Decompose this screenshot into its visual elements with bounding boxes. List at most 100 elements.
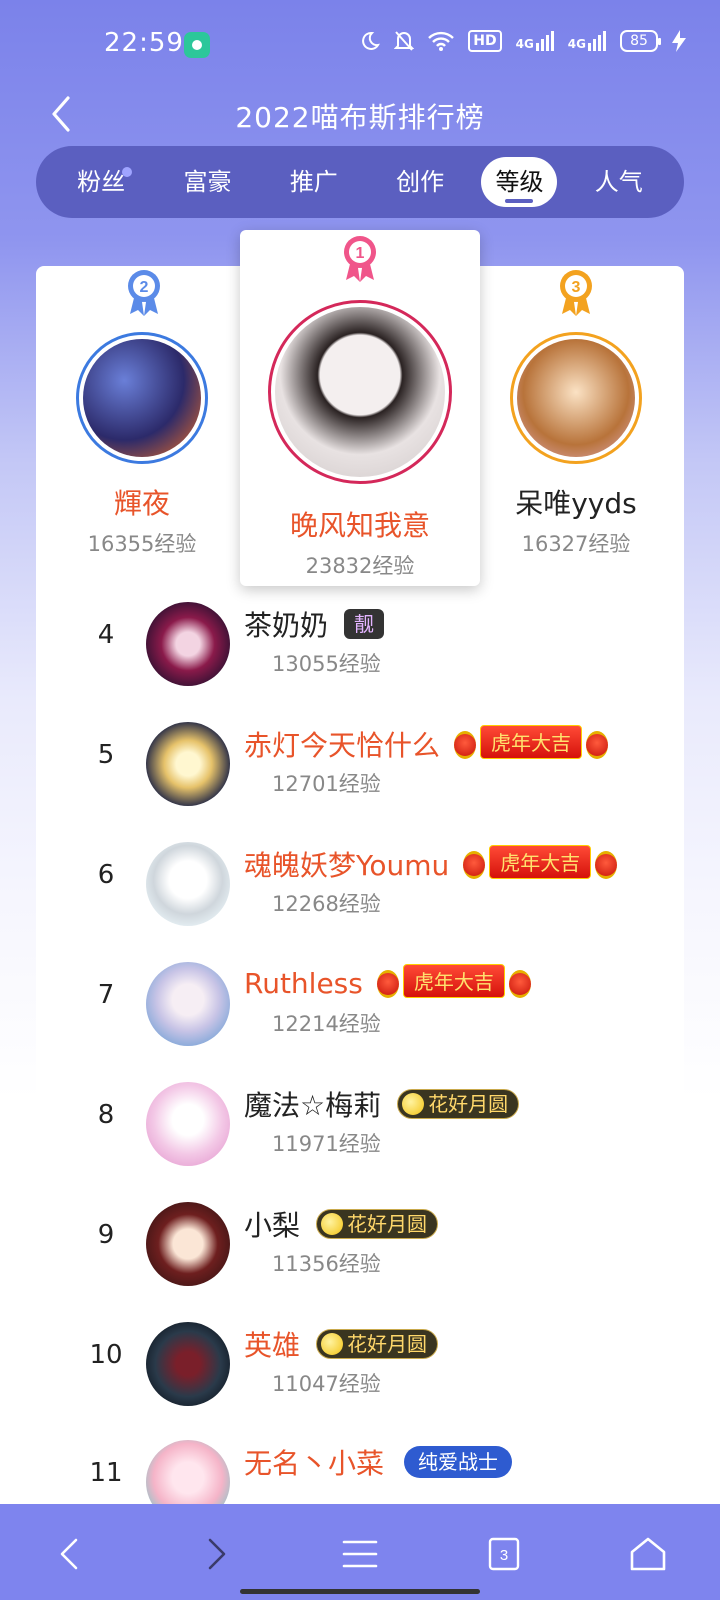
bell-off-icon [394, 30, 415, 52]
rank-row[interactable]: 7 Ruthless 虎年大吉 12214经验 [36, 952, 684, 1072]
nav-tabs-button[interactable]: 3 [480, 1530, 528, 1578]
user-name[interactable]: 无名丶小菜 [244, 1442, 384, 1482]
tiger-year-badge: 虎年大吉 [461, 845, 619, 883]
nav-menu-button[interactable] [336, 1530, 384, 1578]
rank-number: 9 [97, 1220, 115, 1250]
lantern-icon [595, 851, 618, 879]
warrior-badge: 纯爱战士 [404, 1446, 513, 1478]
lantern-icon [508, 970, 531, 998]
signal-icon: 4G [516, 31, 554, 51]
avatar-first[interactable] [268, 300, 452, 484]
rank-row[interactable]: 10 英雄 花好月圆 11047经验 [36, 1312, 684, 1432]
user-name[interactable]: 赤灯今天恰什么 [244, 724, 440, 764]
rank-row[interactable]: 8 魔法☆梅莉 花好月圆 11971经验 [36, 1072, 684, 1192]
user-name[interactable]: 茶奶奶 [244, 604, 328, 644]
tab-promotion[interactable]: 推广 [269, 157, 359, 207]
forward-icon [208, 1538, 226, 1570]
tab-popularity[interactable]: 人气 [574, 157, 664, 207]
avatar-second[interactable] [76, 332, 208, 464]
user-name[interactable]: Ruthless [244, 967, 363, 1000]
user-name[interactable]: 魂魄妖梦Youmu [244, 844, 449, 884]
moon-badge: 花好月圆 [316, 1329, 439, 1359]
user-exp: 11356经验 [272, 1252, 381, 1276]
user-exp: 11047经验 [272, 1372, 381, 1396]
tab-label: 粉丝 [77, 168, 126, 196]
avatar[interactable] [146, 1322, 230, 1406]
category-tabs: 粉丝 富豪 推广 创作 等级 人气 [36, 146, 684, 218]
rank-row[interactable]: 4 茶奶奶 靓 13055经验 [36, 592, 684, 712]
tabs-icon: 3 [488, 1537, 520, 1571]
wifi-icon [428, 31, 455, 51]
user-exp: 12214经验 [272, 1012, 381, 1036]
notification-dot [122, 167, 133, 177]
user-exp: 12701经验 [272, 772, 381, 796]
svg-text:1: 1 [356, 245, 365, 262]
home-indicator[interactable] [240, 1589, 480, 1594]
rank-number: 5 [97, 740, 115, 770]
podium-second-name[interactable]: 輝夜 [56, 482, 228, 522]
moon-icon [402, 1093, 425, 1115]
svg-text:3: 3 [572, 279, 581, 296]
tab-creation[interactable]: 创作 [375, 157, 465, 207]
rank-number: 10 [89, 1340, 123, 1370]
menu-icon [342, 1540, 378, 1568]
tab-fans[interactable]: 粉丝 [56, 157, 146, 207]
lantern-icon [463, 851, 486, 879]
rank-number: 4 [97, 620, 115, 650]
nav-home-button[interactable] [624, 1530, 672, 1578]
avatar[interactable] [146, 1082, 230, 1166]
tab-label: 创作 [396, 168, 445, 196]
moon-badge: 花好月圆 [397, 1089, 520, 1119]
lantern-icon [376, 970, 399, 998]
rank-number: 11 [89, 1458, 123, 1488]
svg-text:3: 3 [500, 1547, 508, 1564]
status-bar: 22:59 HD 4G 4G 85 [0, 0, 720, 88]
tab-label: 等级 [495, 168, 544, 196]
app-notification-icon [184, 32, 210, 58]
user-exp: 12268经验 [272, 892, 381, 916]
svg-text:2: 2 [140, 279, 149, 296]
tab-label: 人气 [594, 168, 643, 196]
podium-third-exp: 16327经验 [521, 532, 631, 556]
rank-row[interactable]: 9 小梨 花好月圆 11356经验 [36, 1192, 684, 1312]
user-name[interactable]: 魔法☆梅莉 [244, 1084, 381, 1124]
avatar[interactable] [146, 602, 230, 686]
rank-number: 6 [97, 860, 115, 890]
podium-third-name[interactable]: 呆唯yyds [490, 482, 662, 522]
moon-badge: 花好月圆 [316, 1209, 439, 1239]
nav-forward-button[interactable] [192, 1530, 240, 1578]
lantern-icon [454, 731, 477, 759]
avatar-third[interactable] [510, 332, 642, 464]
user-exp: 11971经验 [272, 1132, 381, 1156]
avatar[interactable] [146, 722, 230, 806]
lantern-icon [586, 731, 609, 759]
page-title: 2022喵布斯排行榜 [235, 101, 485, 134]
liang-badge: 靓 [344, 609, 385, 639]
home-icon [630, 1537, 666, 1571]
avatar[interactable] [146, 1202, 230, 1286]
header: 2022喵布斯排行榜 [0, 88, 720, 148]
nav-back-button[interactable] [46, 1530, 94, 1578]
tiger-year-badge: 虎年大吉 [452, 725, 610, 763]
charging-icon [672, 30, 686, 52]
podium-first-name[interactable]: 晚风知我意 [240, 504, 480, 544]
user-name[interactable]: 英雄 [244, 1324, 300, 1364]
tab-level[interactable]: 等级 [481, 157, 558, 207]
moon-icon [321, 1333, 344, 1355]
rank-row[interactable]: 6 魂魄妖梦Youmu 虎年大吉 12268经验 [36, 832, 684, 952]
rank-row[interactable]: 5 赤灯今天恰什么 虎年大吉 12701经验 [36, 712, 684, 832]
back-icon [60, 1538, 78, 1570]
tab-rich[interactable]: 富豪 [162, 157, 252, 207]
tiger-year-badge: 虎年大吉 [375, 964, 533, 1002]
signal-icon: 4G [568, 31, 606, 51]
bottom-nav-bar: 3 [0, 1504, 720, 1600]
avatar[interactable] [146, 842, 230, 926]
user-exp: 13055经验 [272, 652, 381, 676]
battery-indicator: 85 [620, 30, 661, 52]
moon-icon [321, 1213, 344, 1235]
avatar[interactable] [146, 962, 230, 1046]
tab-label: 推广 [289, 168, 338, 196]
medal-2-icon: 2 [124, 268, 164, 316]
user-name[interactable]: 小梨 [244, 1204, 300, 1244]
medal-3-icon: 3 [556, 268, 596, 316]
